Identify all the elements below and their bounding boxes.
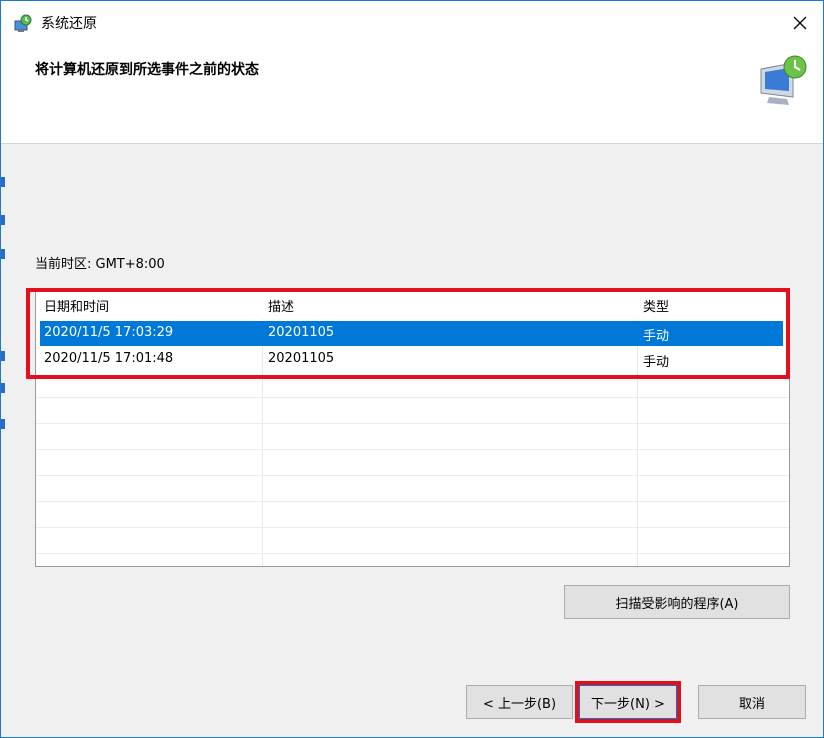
row-gridline — [36, 527, 789, 528]
column-header-description[interactable]: 描述 — [268, 296, 294, 315]
column-header-type[interactable]: 类型 — [643, 296, 669, 315]
table-row[interactable]: 2020/11/5 17:03:29 20201105 手动 — [40, 321, 783, 346]
page-title: 将计算机还原到所选事件之前的状态 — [35, 62, 259, 78]
cell-description: 20201105 — [268, 325, 335, 340]
cell-type: 手动 — [643, 355, 670, 370]
back-button[interactable]: < 上一步(B) — [466, 685, 573, 719]
cell-description: 20201105 — [268, 351, 335, 366]
window-title: 系统还原 — [41, 16, 97, 32]
edge-artifact — [1, 177, 5, 187]
edge-artifact — [1, 351, 5, 361]
cancel-button[interactable]: 取消 — [698, 685, 806, 719]
column-header-datetime[interactable]: 日期和时间 — [44, 296, 109, 315]
row-gridline — [36, 397, 789, 398]
scan-affected-programs-button[interactable]: 扫描受影响的程序(A) — [564, 585, 790, 619]
edge-artifact — [1, 383, 5, 393]
row-gridline — [36, 553, 789, 554]
system-restore-window: 系统还原 将计算机还原到所选事件之前的状态 当前时区: GMT+8:00 日期和… — [0, 0, 824, 738]
header-band: 将计算机还原到所选事件之前的状态 — [1, 45, 823, 144]
title-bar[interactable]: 系统还原 — [1, 1, 823, 45]
restore-points-table[interactable]: 日期和时间 描述 类型 2020/11/5 17:03:29 20201105 … — [35, 288, 790, 567]
row-gridline — [36, 449, 789, 450]
next-button[interactable]: 下一步(N) > — [579, 685, 677, 719]
close-button[interactable] — [777, 1, 823, 45]
system-restore-icon — [13, 14, 33, 34]
row-gridline — [36, 475, 789, 476]
edge-artifact — [1, 215, 5, 225]
edge-artifact — [1, 419, 5, 429]
table-row[interactable]: 2020/11/5 17:01:48 20201105 手动 — [40, 347, 783, 372]
table-header: 日期和时间 描述 类型 — [36, 289, 789, 319]
row-gridline — [36, 501, 789, 502]
cell-type: 手动 — [643, 329, 670, 344]
edge-artifact — [1, 249, 5, 259]
row-gridline — [36, 423, 789, 424]
close-icon — [793, 16, 807, 30]
system-restore-graphic-icon — [757, 51, 813, 107]
cell-datetime: 2020/11/5 17:03:29 — [44, 325, 174, 340]
cell-datetime: 2020/11/5 17:01:48 — [44, 351, 174, 366]
timezone-label: 当前时区: GMT+8:00 — [35, 257, 165, 272]
